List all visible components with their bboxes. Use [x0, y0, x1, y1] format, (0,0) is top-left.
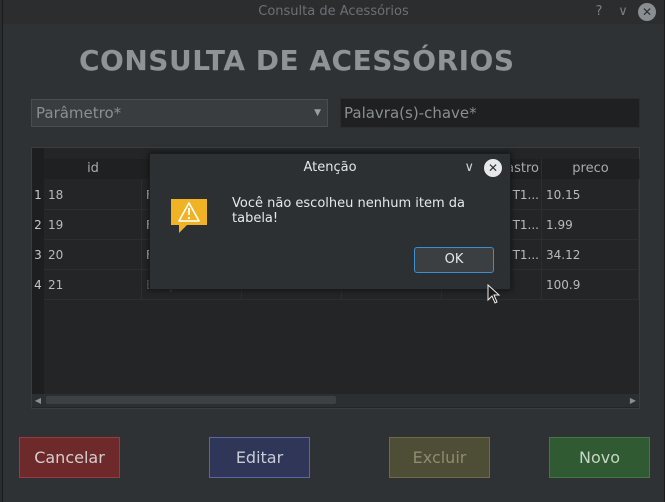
row-number: 4 [34, 278, 42, 292]
help-icon[interactable]: ? [590, 3, 608, 21]
cell-id[interactable]: 20 [44, 240, 142, 270]
keyword-input[interactable]: Palavra(s)-chave* [340, 98, 640, 128]
dialog-message: Você não escolheu nenhum item da tabela! [232, 196, 465, 226]
cell-id[interactable]: 18 [44, 180, 142, 210]
cell-id[interactable]: 21 [44, 270, 142, 300]
page-title: CONSULTA DE ACESSÓRIOS [79, 44, 515, 77]
column-header-id[interactable]: id [44, 159, 143, 179]
keyword-placeholder: Palavra(s)-chave* [344, 104, 477, 122]
cell-preco[interactable]: 1.99 [542, 210, 639, 240]
dialog-close-icon[interactable]: ✕ [484, 159, 502, 177]
dialog-minimize-icon[interactable]: ∨ [464, 160, 474, 175]
dialog-title: Atenção [303, 160, 357, 175]
scroll-left-icon[interactable]: ◀ [32, 394, 44, 407]
minimize-icon[interactable]: ∨ [614, 3, 632, 21]
delete-button[interactable]: Excluir [389, 437, 490, 478]
horizontal-scrollbar[interactable]: ◀ ▶ [32, 394, 639, 407]
cell-id[interactable]: 19 [44, 210, 142, 240]
cell-preco[interactable]: 100.9 [542, 270, 639, 300]
scrollbar-thumb[interactable] [46, 396, 336, 404]
chevron-down-icon: ▼ [314, 108, 321, 118]
new-button[interactable]: Novo [549, 437, 650, 478]
scroll-right-icon[interactable]: ▶ [627, 394, 639, 407]
column-header-preco[interactable]: preco [542, 159, 640, 179]
window-title: Consulta de Acessórios [258, 4, 409, 19]
parameter-select[interactable]: Parâmetro* ▼ [31, 99, 328, 127]
cancel-button[interactable]: Cancelar [19, 437, 120, 478]
warning-icon [171, 199, 207, 233]
alert-dialog: Atenção ∨ ✕ Você não escolheu nenhum ite… [149, 153, 511, 290]
cell-preco[interactable]: 10.15 [542, 180, 639, 210]
parameter-select-value: Parâmetro* [36, 104, 122, 122]
row-number: 1 [34, 188, 42, 202]
cell-preco[interactable]: 34.12 [542, 240, 639, 270]
close-icon[interactable]: ✕ [638, 3, 656, 21]
ok-button[interactable]: OK [414, 247, 494, 273]
mouse-cursor-icon [487, 284, 501, 304]
title-bar: Consulta de Acessórios ? ∨ ✕ [3, 0, 664, 24]
row-number: 3 [34, 248, 42, 262]
edit-button[interactable]: Editar [209, 437, 310, 478]
row-number: 2 [34, 218, 42, 232]
